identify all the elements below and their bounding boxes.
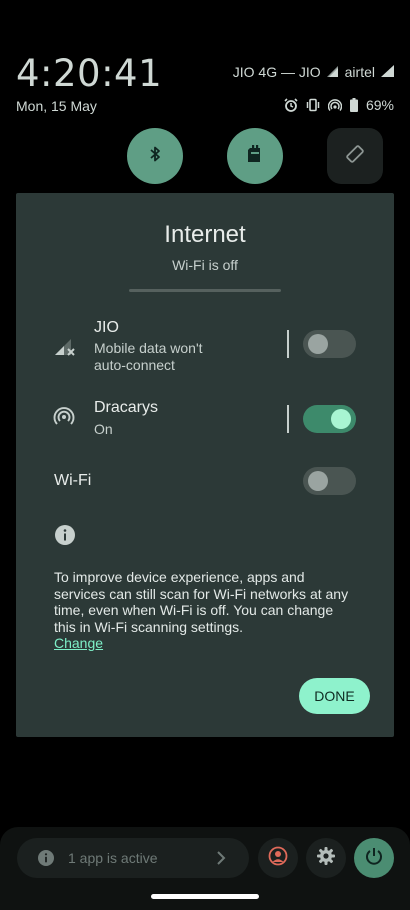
user-button[interactable] — [258, 838, 298, 878]
signal-icon — [381, 64, 394, 80]
carrier-label-2: airtel — [344, 64, 375, 80]
toggle-knob — [308, 471, 328, 491]
active-apps-label: 1 app is active — [68, 850, 158, 866]
active-apps-chip[interactable]: 1 app is active — [17, 838, 249, 878]
battery-icon — [349, 98, 358, 112]
settings-button[interactable] — [306, 838, 346, 878]
bluetooth-icon — [148, 145, 162, 168]
wifi-scanning-info: To improve device experience, apps and s… — [54, 569, 358, 652]
done-button[interactable]: DONE — [299, 678, 370, 714]
wifi-toggle[interactable] — [303, 467, 356, 495]
info-icon — [54, 524, 76, 546]
network-status-line1: Mobile data won't — [94, 340, 203, 356]
carrier-label: JIO 4G — JIO — [232, 64, 321, 80]
dialog-subtitle: Wi-Fi is off — [172, 257, 238, 273]
status-bar: 4:20:41 Mon, 15 May JIO 4G — JIO airtel … — [0, 0, 410, 120]
user-icon — [268, 846, 288, 871]
separator — [287, 330, 289, 358]
toggle-knob — [331, 409, 351, 429]
hotspot-status-icon — [327, 98, 342, 112]
carrier-info: JIO 4G — JIO airtel — [233, 64, 394, 80]
divider — [129, 289, 281, 292]
alarm-icon — [284, 98, 298, 112]
info-text: To improve device experience, apps and s… — [54, 569, 349, 635]
cellular-signal-small-icon — [326, 64, 339, 80]
vibrate-icon — [306, 98, 320, 112]
system-icons: 69% — [284, 97, 394, 113]
cellular-signal-icon — [52, 333, 78, 359]
network-status-line2: auto-connect — [94, 357, 175, 373]
clock[interactable]: 4:20:41 — [16, 52, 162, 95]
bottom-bar: 1 app is active — [0, 827, 410, 910]
quick-settings — [0, 128, 410, 184]
dialog-title: Internet — [164, 221, 246, 248]
info-small-icon — [37, 849, 55, 872]
nfc-tile[interactable] — [227, 128, 283, 184]
hotspot-toggle[interactable] — [303, 405, 356, 433]
auto-rotate-icon — [345, 144, 365, 169]
power-icon — [364, 846, 384, 871]
hotspot-icon — [52, 404, 78, 430]
wifi-row[interactable]: Wi-Fi — [16, 465, 394, 497]
battery-level: 69% — [365, 97, 394, 113]
date[interactable]: Mon, 15 May — [16, 98, 97, 114]
chevron-right-icon — [216, 850, 226, 871]
network-name: JIO — [94, 319, 119, 336]
bluetooth-tile[interactable] — [127, 128, 183, 184]
network-status: On — [94, 421, 113, 437]
mobile-data-toggle[interactable] — [303, 330, 356, 358]
power-button[interactable] — [354, 838, 394, 878]
network-row-dracarys[interactable]: Dracarys On — [16, 396, 394, 440]
home-indicator[interactable] — [151, 894, 259, 899]
auto-rotate-tile[interactable] — [327, 128, 383, 184]
separator — [287, 405, 289, 433]
change-link[interactable]: Change — [54, 635, 103, 651]
toggle-knob — [308, 334, 328, 354]
network-row-jio[interactable]: JIO Mobile data won't auto-connect — [16, 317, 394, 377]
internet-dialog: Internet Wi-Fi is off JIO Mobile data wo… — [16, 193, 394, 737]
gear-icon — [316, 846, 336, 871]
nfc-icon — [246, 144, 264, 169]
wifi-label: Wi-Fi — [54, 472, 92, 489]
network-name: Dracarys — [94, 399, 159, 416]
